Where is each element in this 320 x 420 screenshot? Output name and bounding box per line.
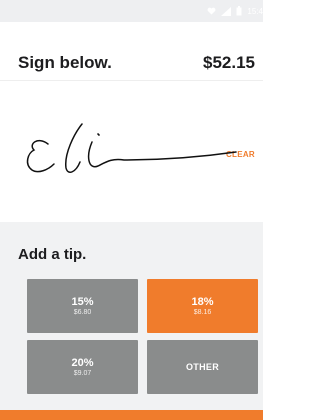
total-amount: $52.15	[203, 53, 255, 72]
tip-amount: $8.16	[193, 308, 212, 316]
status-icons: 15:4	[207, 4, 263, 18]
signal-icon	[221, 6, 232, 16]
tip-option-other[interactable]: OTHER	[147, 340, 258, 394]
tip-amount: $9.07	[73, 369, 92, 377]
tip-percent: 18%	[191, 295, 214, 308]
tip-option-15[interactable]: 15% $6.80	[27, 279, 138, 333]
tip-percent: 20%	[71, 356, 94, 369]
tip-option-18[interactable]: 18% $8.16	[147, 279, 258, 333]
page-title: Sign below.	[18, 53, 112, 72]
tip-other-label: OTHER	[186, 362, 219, 372]
tip-percent: 15%	[71, 295, 94, 308]
header: Sign below. $52.15	[0, 44, 263, 80]
heart-icon	[207, 7, 216, 15]
tip-panel: Add a tip. 15% $6.80 18% $8.16 20% $9.07…	[0, 222, 263, 410]
tip-amount: $6.80	[73, 308, 92, 316]
status-bar: 15:4	[0, 0, 263, 22]
signature-stroke	[26, 123, 237, 173]
tip-option-20[interactable]: 20% $9.07	[27, 340, 138, 394]
tip-title: Add a tip.	[18, 246, 87, 263]
status-time: 15:4	[247, 6, 263, 16]
continue-button[interactable]	[0, 410, 263, 420]
battery-icon	[236, 6, 242, 16]
